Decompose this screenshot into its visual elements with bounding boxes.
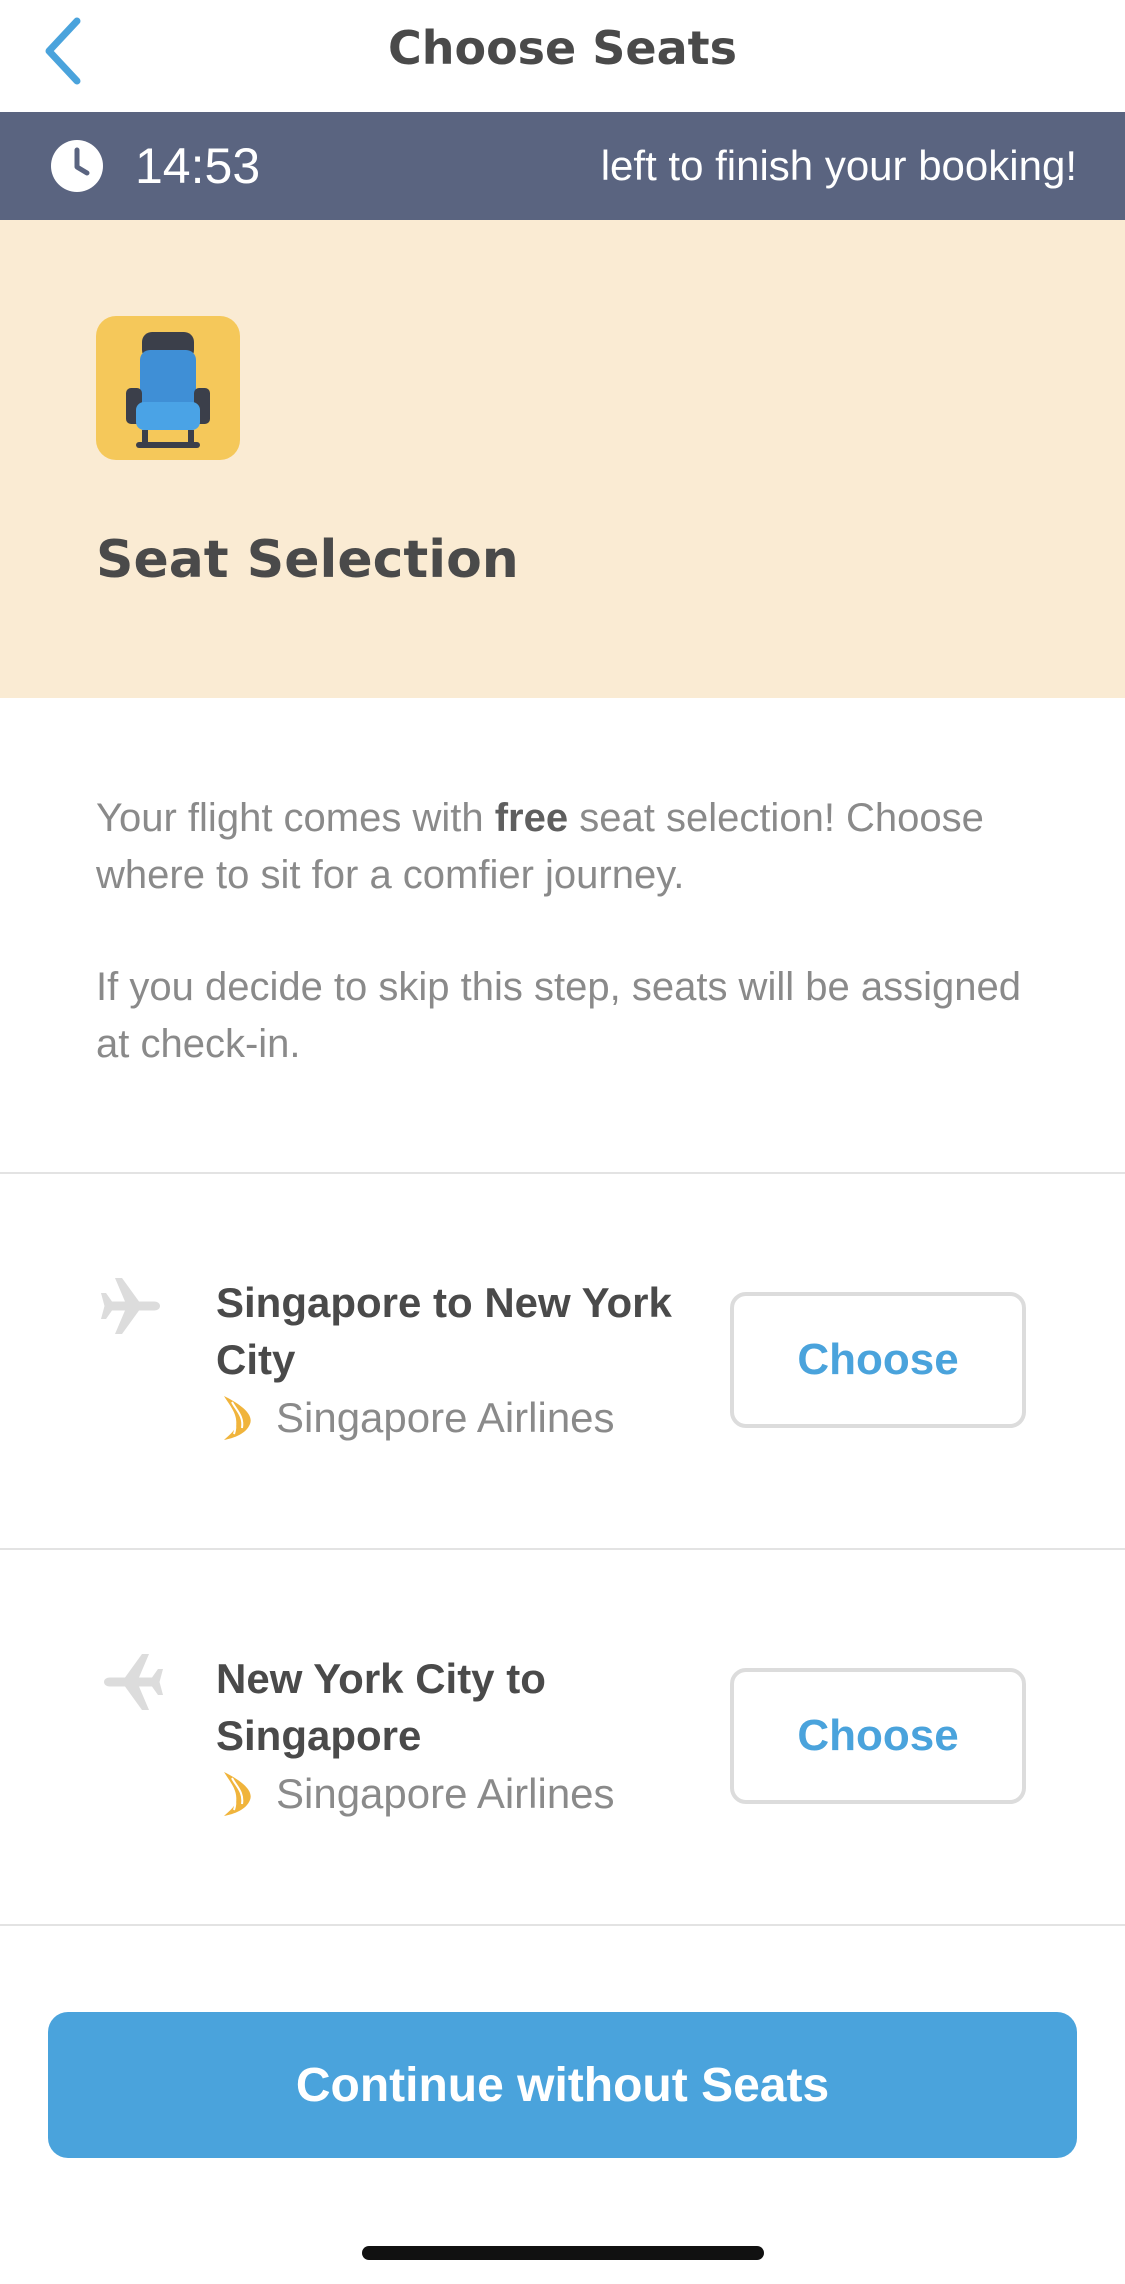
airline-info: Singapore Airlines xyxy=(216,1768,615,1820)
divider xyxy=(0,1924,1125,1926)
flight-row-return: New York City to Singapore Singapore Air… xyxy=(0,1550,1125,1924)
plane-icon xyxy=(104,1654,163,1710)
airline-info: Singapore Airlines xyxy=(216,1392,615,1444)
flight-route: New York City to Singapore xyxy=(216,1655,546,1759)
choose-seat-button-return[interactable]: Choose xyxy=(730,1668,1026,1804)
seat-selection-banner: Seat Selection xyxy=(0,220,1125,698)
timer-message: left to finish your booking! xyxy=(600,142,1077,189)
page-title: Choose Seats xyxy=(387,21,738,75)
free-seat-text: Your flight comes with free seat selecti… xyxy=(96,796,984,897)
choose-seat-button-outbound[interactable]: Choose xyxy=(730,1292,1026,1428)
flight-row-outbound: Singapore to New York City Singapore Air… xyxy=(0,1174,1125,1548)
airline-name: Singapore Airlines xyxy=(276,1394,615,1441)
clock-icon xyxy=(51,140,103,192)
singapore-airlines-logo-icon xyxy=(224,1772,251,1816)
banner-title: Seat Selection xyxy=(96,530,519,590)
seat-icon xyxy=(96,316,240,460)
booking-timer-bar: 14:53 left to finish your booking! xyxy=(0,112,1125,220)
nav-header: Choose Seats xyxy=(0,0,1125,112)
home-indicator[interactable] xyxy=(362,2246,764,2260)
flight-route: Singapore to New York City xyxy=(216,1279,672,1383)
continue-without-seats-button[interactable]: Continue without Seats xyxy=(48,2012,1077,2158)
airline-name: Singapore Airlines xyxy=(276,1770,615,1817)
plane-icon xyxy=(101,1278,160,1334)
singapore-airlines-logo-icon xyxy=(224,1396,251,1440)
free-highlight: free xyxy=(494,796,569,840)
skip-info-text: If you decide to skip this step, seats w… xyxy=(96,965,1021,1066)
seat-selection-description: Your flight comes with free seat selecti… xyxy=(96,790,1056,1128)
timer-value: 14:53 xyxy=(135,138,261,194)
